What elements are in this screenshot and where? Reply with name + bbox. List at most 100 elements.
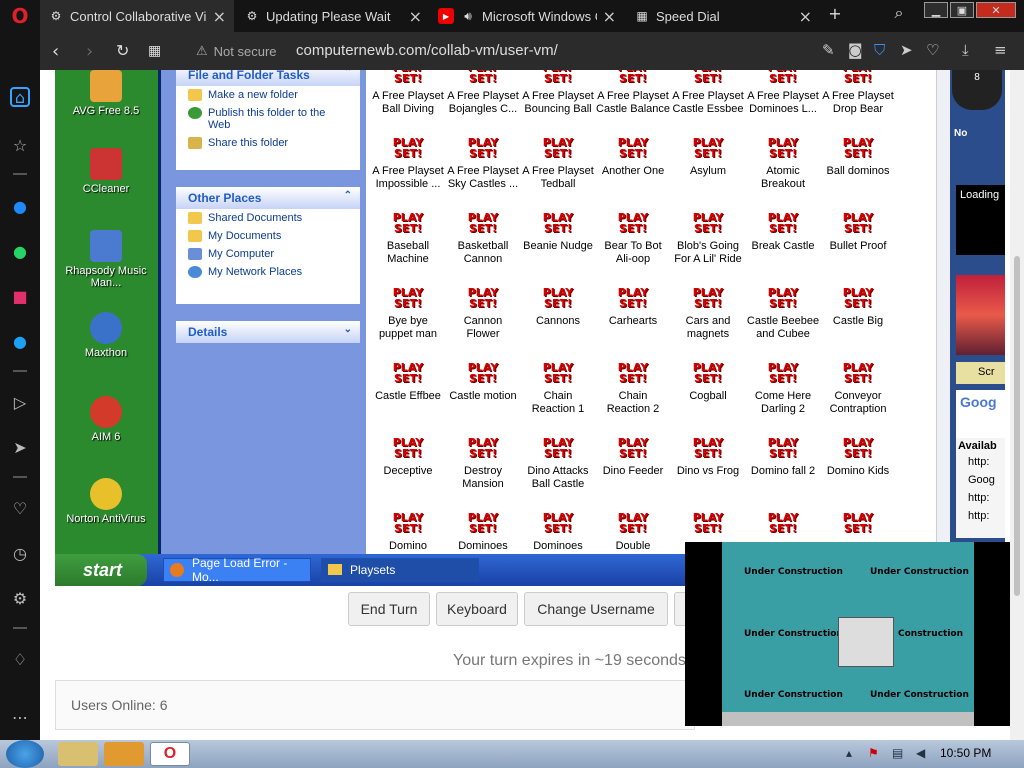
tab-youtube[interactable]: ▶ 🔊︎ Microsoft Windows Ch × xyxy=(430,0,624,32)
opera-logo-icon[interactable]: O xyxy=(8,4,32,28)
desktop-icon[interactable]: AVG Free 8.5 xyxy=(61,70,151,117)
heart-icon[interactable]: ♡ xyxy=(8,496,32,520)
playset-file[interactable]: PLAYSET! A Free Playset Bojangles C... xyxy=(446,70,520,116)
playset-file[interactable]: PLAY SET! Break Castle xyxy=(746,208,820,253)
speed-dial-icon[interactable]: ⌂ xyxy=(10,87,30,107)
playset-file[interactable]: PLAY SET! Cars and magnets xyxy=(671,283,745,341)
playset-file[interactable]: PLAY SET! Domino Kids xyxy=(821,433,895,478)
shield-icon[interactable]: ⛉ xyxy=(874,41,885,59)
more-icon[interactable]: ⋯ xyxy=(8,705,32,729)
playset-file[interactable]: PLAY SET! Cannons xyxy=(521,283,595,328)
close-icon[interactable]: × xyxy=(213,7,226,26)
panel-header[interactable]: Details ⌄ xyxy=(176,321,360,343)
playset-file[interactable]: PLAYSET! A Free Playset Castle Essbee xyxy=(671,70,745,116)
task-playsets[interactable]: Playsets xyxy=(321,558,479,582)
playset-file[interactable]: PLAY SET! Basketball Cannon xyxy=(446,208,520,266)
desktop-icon[interactable]: Norton AntiVirus xyxy=(61,478,151,525)
tray-expand-icon[interactable]: ▴ xyxy=(846,746,852,760)
playset-file[interactable]: PLAYSET! A Free Playset Drop Bear xyxy=(821,70,895,116)
minimize-button[interactable]: ▁ xyxy=(924,2,948,18)
opera-taskbar-icon[interactable]: O xyxy=(150,742,190,766)
playset-file[interactable]: PLAY SET! xyxy=(746,508,820,540)
explorer-taskbar-icon[interactable] xyxy=(58,742,98,766)
history-icon[interactable]: ◷ xyxy=(8,541,32,565)
tab-updating[interactable]: ⚙ Updating Please Wait × xyxy=(236,0,430,32)
playset-file[interactable]: PLAY SET! xyxy=(821,508,895,540)
playset-file[interactable]: PLAY SET! Beanie Nudge xyxy=(521,208,595,253)
send-icon[interactable]: ➤ xyxy=(900,41,913,59)
playset-file[interactable]: PLAY SET! Dino Attacks Ball Castle xyxy=(521,433,595,491)
close-window-button[interactable]: ✕ xyxy=(976,2,1016,18)
tips-icon[interactable]: ♢ xyxy=(8,647,32,671)
download-icon[interactable]: ⤓ xyxy=(962,41,969,59)
playset-file[interactable]: PLAY SET! Asylum xyxy=(671,133,745,178)
new-tab-icon[interactable]: + xyxy=(826,4,844,23)
windows-start-orb[interactable] xyxy=(6,740,44,768)
camera-icon[interactable]: ◙ xyxy=(848,41,863,59)
link-item[interactable]: http: xyxy=(958,504,1003,522)
playset-file[interactable]: PLAYSET! A Free Playset Dominoes L... xyxy=(746,70,820,116)
video-popout[interactable]: Under Construction Under Construction Un… xyxy=(685,542,1010,726)
close-icon[interactable]: × xyxy=(799,7,812,26)
system-clock[interactable]: 10:50 PM xyxy=(940,746,991,760)
vm-screen[interactable]: AVG Free 8.5 CCleaner Rhapsody Music Man… xyxy=(55,70,1005,586)
tab-speed-dial[interactable]: ▦ Speed Dial × xyxy=(626,0,820,32)
playset-file[interactable]: PLAY SET! Dominoes xyxy=(521,508,595,553)
maximize-button[interactable]: ▣ xyxy=(950,2,974,18)
url-field[interactable]: computernewb.com/collab-vm/user-vm/ xyxy=(296,42,558,59)
playset-file[interactable]: PLAY SET! Another One xyxy=(596,133,670,178)
playset-file[interactable]: PLAY SET! Dino Feeder xyxy=(596,433,670,478)
playset-file[interactable]: PLAY SET! Baseball Machine xyxy=(371,208,445,266)
page-scrollbar-thumb[interactable] xyxy=(1014,256,1020,596)
playset-file[interactable]: PLAY SET! Chain Reaction 1 xyxy=(521,358,595,416)
playset-file[interactable]: PLAY SET! A Free Playset Impossible ... xyxy=(371,133,445,191)
playset-file[interactable]: PLAY SET! Bye bye puppet man xyxy=(371,283,445,341)
whatsapp-icon[interactable]: ● xyxy=(8,239,32,263)
instagram-icon[interactable]: ■ xyxy=(8,284,32,308)
place-my-documents[interactable]: My Documents xyxy=(176,227,360,245)
security-indicator[interactable]: ⚠ Not secure xyxy=(196,43,277,59)
back-icon[interactable]: ‹ xyxy=(52,41,59,62)
expand-icon[interactable]: ⌄ xyxy=(344,324,352,335)
playset-file[interactable]: PLAY SET! Castle Beebee and Cubee xyxy=(746,283,820,341)
collapse-icon[interactable]: ⌃ xyxy=(344,190,352,201)
volume-icon[interactable]: ◀ xyxy=(916,746,925,760)
playset-file[interactable]: PLAY SET! Domino xyxy=(371,508,445,553)
close-icon[interactable]: × xyxy=(409,7,422,26)
forward-icon[interactable]: › xyxy=(86,41,93,62)
panel-header[interactable]: Other Places ⌃ xyxy=(176,187,360,209)
network-icon[interactable]: ▤ xyxy=(892,746,903,760)
playset-file[interactable]: PLAY SET! Come Here Darling 2 xyxy=(746,358,820,416)
task-share-folder[interactable]: Share this folder xyxy=(176,134,360,152)
desktop-icon[interactable]: AIM 6 xyxy=(61,396,151,443)
playset-file[interactable]: PLAY SET! Bear To Bot Ali-oop xyxy=(596,208,670,266)
playset-file[interactable]: PLAYSET! Double Domino xyxy=(596,508,670,554)
playset-file[interactable]: PLAY SET! xyxy=(671,508,745,540)
playset-file[interactable]: PLAY SET! A Free Playset Tedball xyxy=(521,133,595,191)
menu-icon[interactable]: ≡ xyxy=(994,41,1007,59)
speaker-icon[interactable]: 🔊︎ xyxy=(460,8,476,24)
heart-icon[interactable]: ♡ xyxy=(926,41,939,59)
playset-file[interactable]: PLAY SET! Domino fall 2 xyxy=(746,433,820,478)
playset-file[interactable]: PLAY SET! Castle Effbee xyxy=(371,358,445,403)
playset-file[interactable]: PLAY SET! Dino vs Frog xyxy=(671,433,745,478)
reload-icon[interactable]: ↻ xyxy=(116,41,129,60)
keyboard-button[interactable]: Keyboard xyxy=(436,592,518,626)
playset-file[interactable]: PLAY SET! Carhearts xyxy=(596,283,670,328)
playset-file[interactable]: PLAYSET! A Free Playset Bouncing Ball xyxy=(521,70,595,116)
link-item[interactable]: http: xyxy=(958,452,1003,468)
settings-icon[interactable]: ⚙ xyxy=(8,586,32,610)
twitter-icon[interactable]: ● xyxy=(8,329,32,353)
playset-file[interactable]: PLAY SET! Chain Reaction 2 xyxy=(596,358,670,416)
pinboard-icon[interactable]: ☆ xyxy=(8,133,32,157)
playset-file[interactable]: PLAY SET! Castle motion xyxy=(446,358,520,403)
place-my-computer[interactable]: My Computer xyxy=(176,245,360,263)
playset-file[interactable]: PLAY SET! Deceptive xyxy=(371,433,445,478)
link-item[interactable]: http: xyxy=(958,486,1003,504)
change-username-button[interactable]: Change Username xyxy=(524,592,668,626)
playset-file[interactable]: PLAY SET! Dominoes xyxy=(446,508,520,553)
playset-file[interactable]: PLAY SET! Bullet Proof xyxy=(821,208,895,253)
playset-file[interactable]: PLAYSET! A Free Playset Ball Diving xyxy=(371,70,445,116)
send-icon[interactable]: ➤ xyxy=(8,435,32,459)
tabs-grid-icon[interactable]: ▦ xyxy=(148,43,161,59)
